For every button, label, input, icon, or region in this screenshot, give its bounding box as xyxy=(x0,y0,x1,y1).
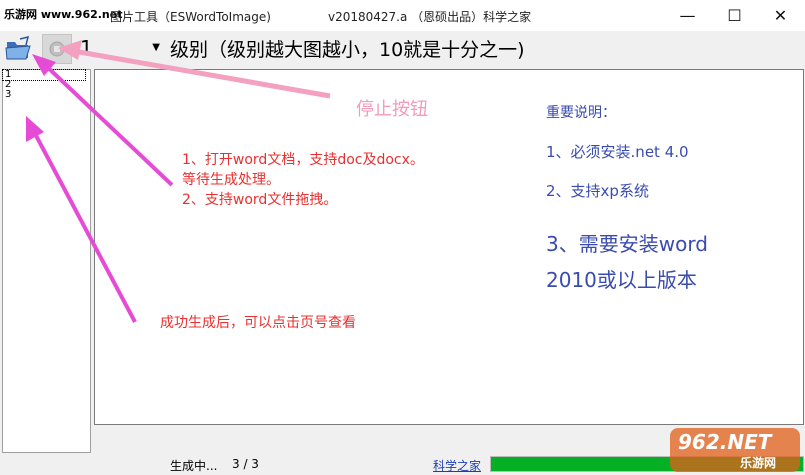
minimize-button[interactable]: — xyxy=(665,0,710,31)
open-annotation-line3: 2、支持word文件拖拽。 xyxy=(182,192,338,208)
page-select[interactable]: 1 ▼ xyxy=(72,36,164,60)
notes-item2: 2、支持xp系统 xyxy=(546,182,649,200)
page-list-item[interactable]: 3 xyxy=(3,90,90,100)
watermark-logo-sub: 乐游网 xyxy=(740,456,777,470)
watermark-logo: 962.NET 乐游网 xyxy=(670,428,800,472)
open-annotation-line1: 1、打开word文档，支持doc及docx。 xyxy=(182,152,424,168)
window-title: 图片工具（ESWordToImage) xyxy=(110,10,271,24)
title-bar: 乐游网 www.962.net 图片工具（ESWordToImage) v201… xyxy=(0,0,805,31)
page-select-value: 1 xyxy=(80,36,93,60)
watermark-text: 乐游网 www.962.net xyxy=(4,6,123,22)
open-annotation-line2: 等待生成处理。 xyxy=(182,172,280,188)
stop-button[interactable] xyxy=(42,34,72,64)
notes-item1: 1、必须安装.net 4.0 xyxy=(546,143,689,161)
close-button[interactable]: ✕ xyxy=(758,0,803,31)
minimize-icon: — xyxy=(679,6,696,25)
page-list: 1 2 3 xyxy=(2,69,91,453)
close-icon: ✕ xyxy=(773,6,788,25)
maximize-icon: ☐ xyxy=(727,6,742,25)
notes-heading: 重要说明： xyxy=(546,105,616,121)
watermark-logo-main: 962.NET xyxy=(678,430,772,454)
open-folder-icon xyxy=(5,35,31,60)
page-list-item[interactable]: 2 xyxy=(3,80,90,90)
status-link[interactable]: 科学之家 xyxy=(433,457,481,474)
stop-icon xyxy=(49,41,65,57)
chevron-down-icon: ▼ xyxy=(152,42,160,53)
open-button[interactable] xyxy=(4,35,34,62)
success-annotation: 成功生成后，可以点击页号查看 xyxy=(160,315,356,331)
page-list-item[interactable]: 1 xyxy=(2,69,86,81)
status-count: 3 / 3 xyxy=(232,457,259,471)
level-label: 级别（级别越大图越小，10就是十分之一) xyxy=(170,39,525,61)
maximize-button[interactable]: ☐ xyxy=(712,0,757,31)
notes-item3-line2: 2010或以上版本 xyxy=(546,268,697,292)
window-version: v20180427.a （恩硕出品）科学之家 xyxy=(328,10,532,24)
notes-item3-line1: 3、需要安装word xyxy=(546,232,708,256)
status-state: 生成中... xyxy=(170,459,218,473)
stop-button-annotation: 停止按钮 xyxy=(356,99,428,120)
